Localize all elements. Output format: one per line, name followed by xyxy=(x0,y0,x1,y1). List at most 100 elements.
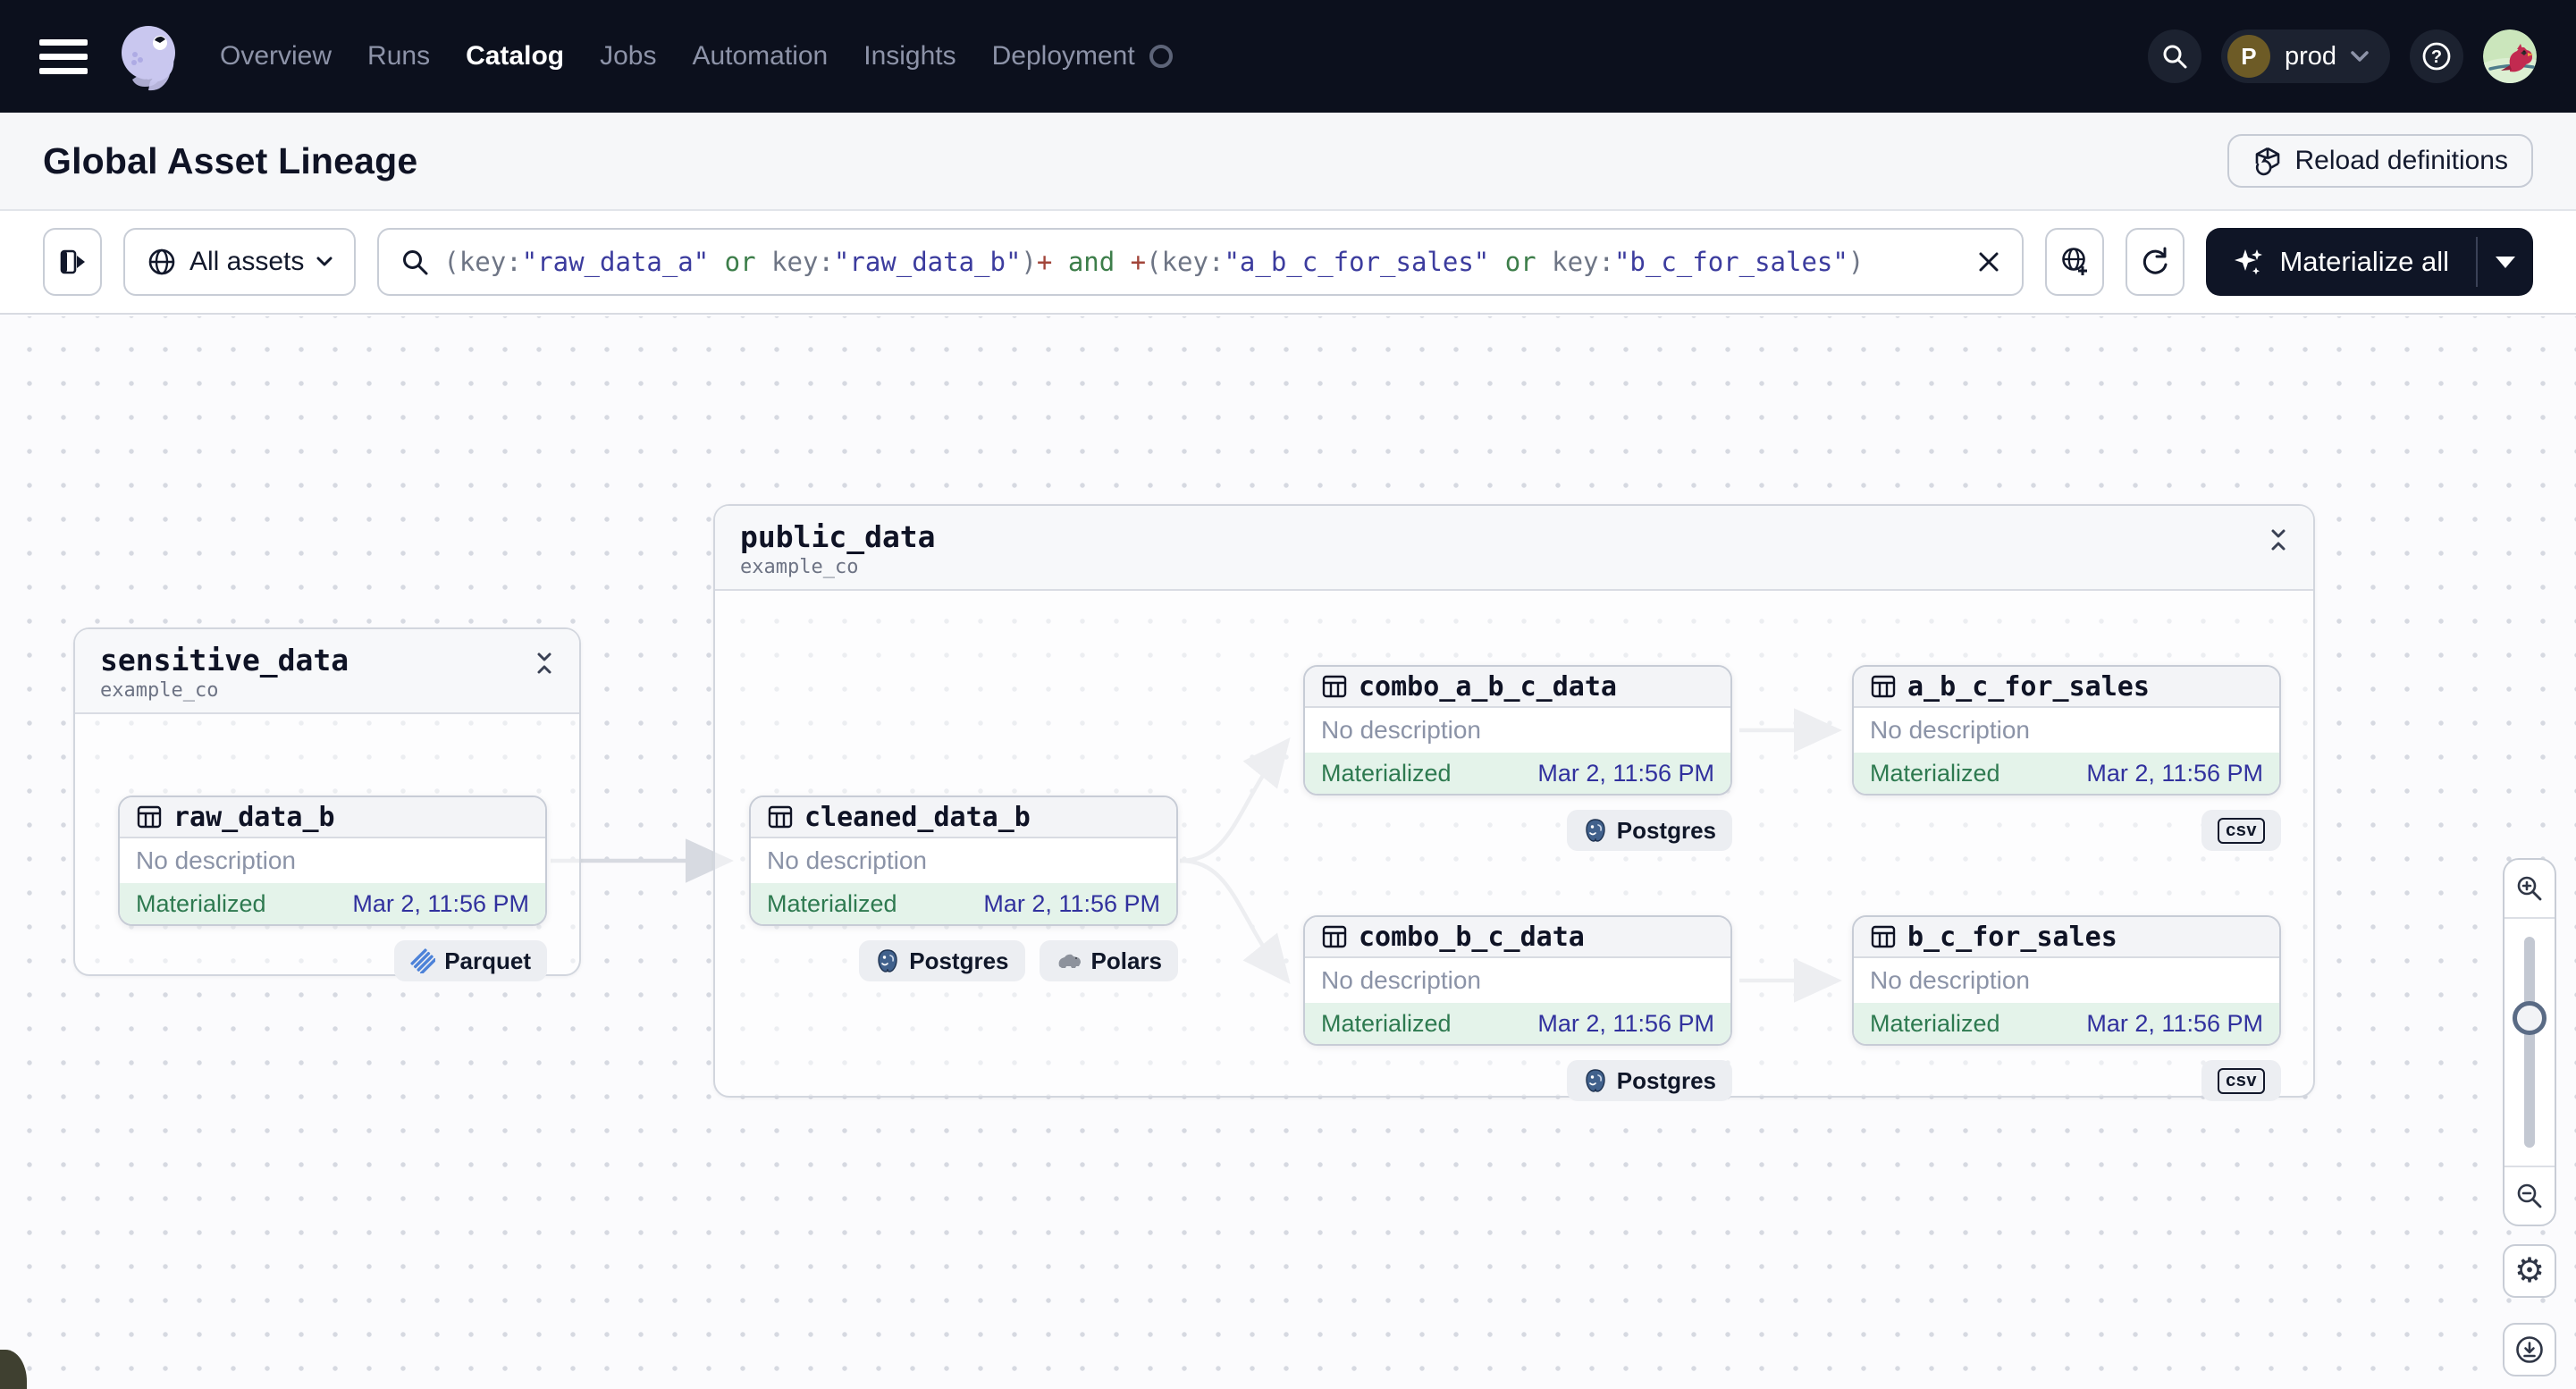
graph-settings-button[interactable]: ⚙ xyxy=(2503,1244,2556,1298)
asset-kind-badges: Postgres xyxy=(1303,1060,1732,1101)
kind-badge-polars[interactable]: Polars xyxy=(1039,940,1178,981)
asset-kind-badges: csv xyxy=(1852,810,2281,851)
zoom-slider-handle[interactable] xyxy=(2513,1001,2547,1035)
postgres-icon xyxy=(1586,1069,1605,1092)
nav-item-catalog[interactable]: Catalog xyxy=(466,41,564,72)
asset-node-cleaned-data-b[interactable]: cleaned_data_b No description Materializ… xyxy=(749,796,1178,926)
postgres-icon xyxy=(878,949,897,972)
asset-scope-label: All assets xyxy=(189,247,305,276)
status-badge: Materialized xyxy=(136,889,266,917)
asset-name: cleaned_data_b xyxy=(804,801,1031,833)
asset-description: No description xyxy=(1305,708,1730,753)
materialize-all-button[interactable]: Materialize all xyxy=(2206,228,2476,296)
nav-item-deployment[interactable]: Deployment xyxy=(992,41,1135,72)
group-title: public_data xyxy=(740,519,936,554)
table-icon xyxy=(768,805,793,829)
polars-bear-icon xyxy=(1058,954,1081,968)
nav-item-automation[interactable]: Automation xyxy=(692,41,828,72)
sidebar-toggle-button[interactable] xyxy=(43,228,102,296)
asset-node-combo-b-c-data[interactable]: combo_b_c_data No description Materializ… xyxy=(1303,915,1732,1046)
asset-kind-badges: Postgres xyxy=(1303,810,1732,851)
menu-icon[interactable] xyxy=(39,38,88,74)
refresh-icon xyxy=(2143,247,2168,274)
group-subtitle: example_co xyxy=(100,678,219,702)
kind-badge-postgres[interactable]: Postgres xyxy=(859,940,1025,981)
zoom-out-icon xyxy=(2517,1183,2542,1208)
page-title: Global Asset Lineage xyxy=(43,139,418,181)
asset-node-combo-a-b-c-data[interactable]: combo_a_b_c_data No description Material… xyxy=(1303,665,1732,796)
asset-status-row: Materialized Mar 2, 11:56 PM xyxy=(1854,1003,2279,1044)
asset-description: No description xyxy=(120,838,545,883)
status-badge: Materialized xyxy=(1321,759,1452,787)
asset-scope-dropdown[interactable]: All assets xyxy=(123,228,357,296)
kind-badge-label: Postgres xyxy=(1616,1066,1716,1094)
zoom-in-icon xyxy=(2517,876,2542,901)
collapse-group-button[interactable] xyxy=(2269,520,2288,557)
sparkles-icon xyxy=(2235,249,2263,275)
reload-cube-icon xyxy=(2255,147,2279,176)
environment-switcher[interactable]: P prod xyxy=(2220,29,2390,83)
asset-status-row: Materialized Mar 2, 11:56 PM xyxy=(1305,753,1730,794)
download-graph-button[interactable] xyxy=(2503,1323,2556,1376)
download-icon xyxy=(2516,1336,2543,1363)
group-header: public_data example_co xyxy=(715,506,2313,591)
user-avatar[interactable] xyxy=(2483,29,2537,83)
collapse-group-button[interactable] xyxy=(535,644,554,680)
zoom-out-button[interactable] xyxy=(2504,1166,2555,1225)
top-nav: Overview Runs Catalog Jobs Automation In… xyxy=(0,0,2576,113)
asset-node-b-c-for-sales[interactable]: b_c_for_sales No description Materialize… xyxy=(1852,915,2281,1046)
nav-item-runs[interactable]: Runs xyxy=(367,41,430,72)
materialize-options-button[interactable] xyxy=(2478,228,2533,296)
kind-badge-postgres[interactable]: Postgres xyxy=(1566,810,1732,851)
gear-icon: ⚙ xyxy=(2513,1252,2546,1290)
postgres-icon xyxy=(1586,819,1605,842)
collapse-icon xyxy=(537,652,551,674)
help-button[interactable]: ? xyxy=(2410,29,2463,83)
kind-badge-postgres[interactable]: Postgres xyxy=(1566,1060,1732,1101)
environment-name: prod xyxy=(2284,41,2336,71)
asset-name: combo_b_c_data xyxy=(1359,921,1585,953)
cardinal-avatar-icon xyxy=(2483,29,2537,83)
asset-search-input[interactable]: (key: "raw_data_a" or key: "raw_data_b") + … xyxy=(377,228,2025,296)
materialization-timestamp: Mar 2, 11:56 PM xyxy=(2086,1009,2263,1037)
asset-status-row: Materialized Mar 2, 11:56 PM xyxy=(751,883,1176,924)
open-panel-icon xyxy=(60,249,85,274)
dagster-logo-icon[interactable] xyxy=(111,19,186,94)
kind-badge-csv[interactable]: csv xyxy=(2201,1060,2281,1101)
asset-name: combo_a_b_c_data xyxy=(1359,670,1617,703)
status-badge: Materialized xyxy=(1870,1009,2000,1037)
asset-node-a-b-c-for-sales[interactable]: a_b_c_for_sales No description Materiali… xyxy=(1852,665,2281,796)
zoom-slider[interactable] xyxy=(2504,919,2555,1166)
asset-name: a_b_c_for_sales xyxy=(1907,670,2150,703)
reload-definitions-button[interactable]: Reload definitions xyxy=(2227,134,2533,188)
materialize-split-button: Materialize all xyxy=(2206,228,2533,296)
asset-name: raw_data_b xyxy=(173,801,335,833)
environment-avatar: P xyxy=(2227,35,2270,78)
globe-icon xyxy=(148,248,175,275)
group-title: sensitive_data xyxy=(100,643,349,678)
materialize-all-label: Materialize all xyxy=(2279,246,2449,277)
lineage-canvas[interactable]: sensitive_data example_co public_data ex… xyxy=(0,316,2576,1389)
reload-definitions-label: Reload definitions xyxy=(2294,146,2509,175)
table-icon xyxy=(1871,925,1896,948)
asset-node-raw-data-b[interactable]: raw_data_b No description Materialized M… xyxy=(118,796,547,926)
zoom-in-button[interactable] xyxy=(2504,860,2555,919)
nav-item-overview[interactable]: Overview xyxy=(220,41,332,72)
nav-right-cluster: P prod ? xyxy=(2147,29,2537,83)
collapse-icon xyxy=(2271,529,2286,551)
help-icon: ? xyxy=(2422,42,2451,71)
materialization-timestamp: Mar 2, 11:56 PM xyxy=(352,889,529,917)
kind-badge-parquet[interactable]: Parquet xyxy=(394,940,547,981)
nav-item-insights[interactable]: Insights xyxy=(863,41,955,72)
csv-icon: csv xyxy=(2218,817,2265,844)
save-selection-button[interactable] xyxy=(2045,228,2105,296)
nav-item-jobs[interactable]: Jobs xyxy=(600,41,656,72)
kind-badge-csv[interactable]: csv xyxy=(2201,810,2281,851)
loading-spinner-icon xyxy=(1149,45,1173,68)
clear-query-button[interactable] xyxy=(1977,250,2000,274)
search-button[interactable] xyxy=(2147,29,2201,83)
asset-kind-badges: csv xyxy=(1852,1060,2281,1101)
refresh-button[interactable] xyxy=(2126,228,2185,296)
zoom-slider-track[interactable] xyxy=(2524,937,2535,1148)
asset-status-row: Materialized Mar 2, 11:56 PM xyxy=(1305,1003,1730,1044)
